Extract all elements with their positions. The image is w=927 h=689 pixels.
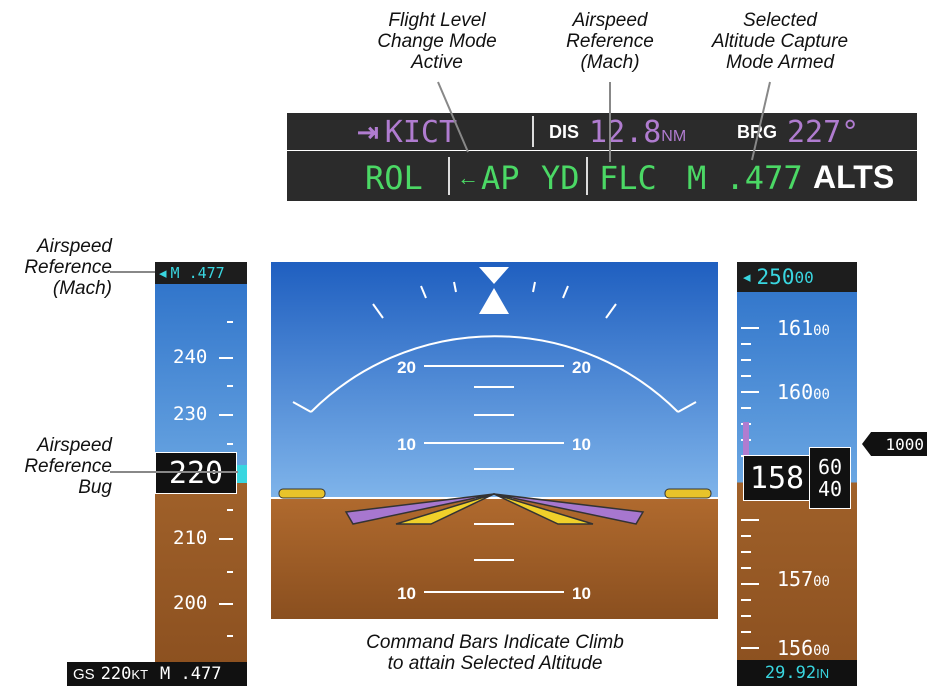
- altitude-small: 00: [813, 643, 830, 659]
- pitch-label: 10: [572, 584, 591, 603]
- vertical-speed-indicator: 4 2 2 4: [855, 289, 925, 665]
- vsi-label: 2: [877, 395, 886, 412]
- baro-setting: 29.92: [764, 663, 817, 683]
- altitude-footer: 29.92 IN: [737, 660, 857, 686]
- vsi-scale: 4 2 2 4: [855, 289, 904, 665]
- altitude-big: 161: [777, 316, 814, 340]
- altitude-drum-lower: 40: [817, 477, 843, 501]
- current-altitude-drum: 60 40: [809, 447, 851, 509]
- current-altitude-main: 158: [743, 455, 811, 501]
- command-bars-callout: Command Bars Indicate Climb to attain Se…: [300, 632, 690, 674]
- vs-value: 1000: [885, 434, 924, 454]
- altitude-small: 00: [813, 574, 830, 590]
- altitude-tick-label: 16100: [777, 316, 830, 340]
- current-altitude-big: 158: [749, 460, 805, 496]
- pitch-label: 10: [397, 435, 416, 454]
- pitch-label: 20: [572, 358, 591, 377]
- vsi-label: 4: [877, 325, 886, 342]
- altitude-tick-label: 15700: [777, 567, 830, 591]
- pitch-label: 10: [397, 584, 416, 603]
- altitude-big: 160: [777, 380, 814, 404]
- vertical-speed-readout: 1000: [862, 432, 927, 456]
- alts-leader-line: [751, 81, 771, 161]
- altitude-big: 157: [777, 567, 814, 591]
- vsi-label: 4: [877, 623, 886, 640]
- current-altitude-box: 158 60 40: [743, 447, 855, 509]
- ground: [271, 498, 718, 619]
- callout-text: to attain Selected Altitude: [387, 653, 603, 674]
- pitch-label: 10: [572, 435, 591, 454]
- roll-wing-right: [664, 488, 712, 499]
- altitude-small: 00: [813, 387, 830, 403]
- left-leader-lines: [110, 271, 238, 473]
- pitch-label: 20: [397, 358, 416, 377]
- altitude-big: 156: [777, 636, 814, 660]
- altitude-tick-label: 16000: [777, 380, 830, 404]
- attitude-svg: 20 20 10 10 10 10: [271, 262, 718, 619]
- baro-unit: IN: [816, 665, 830, 681]
- attitude-indicator: 20 20 10 10 10 10: [271, 262, 718, 619]
- roll-wing-left: [278, 488, 326, 499]
- flc-leader-line: [437, 81, 469, 153]
- vsi-label: 2: [877, 553, 886, 570]
- altitude-tick-label: 15600: [777, 636, 830, 660]
- altitude-small: 00: [813, 323, 830, 339]
- callout-text: Command Bars Indicate Climb: [366, 632, 624, 653]
- selected-altitude-small: 00: [794, 267, 814, 287]
- altitude-drum-upper: 60: [817, 455, 843, 479]
